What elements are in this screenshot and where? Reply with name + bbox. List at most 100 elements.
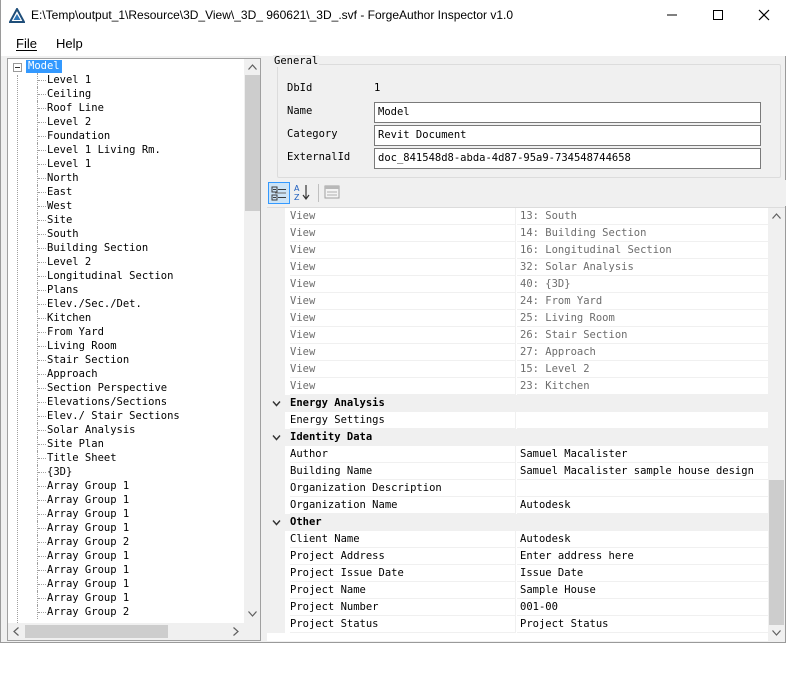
tree-node[interactable]: Foundation xyxy=(8,129,244,143)
property-value[interactable]: 14: Building Section xyxy=(517,225,768,242)
tree-node[interactable]: Array Group 1 xyxy=(8,563,244,577)
property-row[interactable]: Author Samuel Macalister xyxy=(267,446,768,463)
tree-node[interactable]: Site Plan xyxy=(8,437,244,451)
tree-node[interactable]: Array Group 1 xyxy=(8,507,244,521)
tree-node[interactable]: Level 1 xyxy=(8,157,244,171)
property-row[interactable]: Project Name Sample House xyxy=(267,582,768,599)
tree-vertical-scroll-thumb[interactable] xyxy=(245,75,260,211)
property-value[interactable] xyxy=(517,412,768,429)
minimize-button[interactable] xyxy=(649,0,695,31)
category-other[interactable]: Other xyxy=(267,514,768,531)
tree-node[interactable]: Ceiling xyxy=(8,87,244,101)
property-value[interactable]: 15: Level 2 xyxy=(517,361,768,378)
property-value[interactable]: Autodesk xyxy=(517,497,768,514)
externalid-field[interactable]: doc_841548d8-abda-4d87-95a9-734548744658 xyxy=(374,148,761,169)
tree-node[interactable]: Solar Analysis xyxy=(8,423,244,437)
collapse-chevron-icon[interactable] xyxy=(272,433,281,442)
tree-node[interactable]: Array Group 1 xyxy=(8,549,244,563)
tree-node[interactable]: Elev./ Stair Sections xyxy=(8,409,244,423)
tree-node[interactable]: Elev./Sec./Det. xyxy=(8,297,244,311)
property-value[interactable]: 25: Living Room xyxy=(517,310,768,327)
property-row[interactable]: Project Status Project Status xyxy=(267,616,768,633)
property-row[interactable]: Organization Name Autodesk xyxy=(267,497,768,514)
property-row[interactable]: View 27: Approach xyxy=(267,344,768,361)
tree-node[interactable]: Level 1 xyxy=(8,73,244,87)
property-row[interactable]: Building Name Samuel Macalister sample ho… xyxy=(267,463,768,480)
property-value[interactable]: Sample House xyxy=(517,582,768,599)
tree-node[interactable]: Kitchen xyxy=(8,311,244,325)
tree-node[interactable]: {3D} xyxy=(8,465,244,479)
property-row[interactable]: View 25: Living Room xyxy=(267,310,768,327)
tree-node[interactable]: Stair Section xyxy=(8,353,244,367)
property-value[interactable]: 13: South xyxy=(517,208,768,225)
property-value[interactable]: 001-00 xyxy=(517,599,768,616)
alphabetical-sort-button[interactable]: A Z xyxy=(292,182,314,204)
property-row[interactable]: Project Address Enter address here xyxy=(267,548,768,565)
menu-file[interactable]: File xyxy=(16,36,37,51)
property-row[interactable]: Organization Description xyxy=(267,480,768,497)
property-row[interactable]: View 24: From Yard xyxy=(267,293,768,310)
tree-horizontal-scrollbar[interactable] xyxy=(8,623,244,640)
tree-node[interactable]: Level 1 Living Rm. xyxy=(8,143,244,157)
tree-node[interactable]: Array Group 1 xyxy=(8,479,244,493)
property-value[interactable]: 26: Stair Section xyxy=(517,327,768,344)
scroll-right-icon[interactable] xyxy=(233,627,239,636)
property-value[interactable]: Issue Date xyxy=(517,565,768,582)
tree-node[interactable]: Approach xyxy=(8,367,244,381)
property-row[interactable]: Project Number 001-00 xyxy=(267,599,768,616)
property-grid[interactable]: View 13: South View 14: Building Section Vie… xyxy=(267,207,785,641)
property-value[interactable]: 40: {3D} xyxy=(517,276,768,293)
tree-node[interactable]: Array Group 1 xyxy=(8,577,244,591)
tree-node[interactable]: South xyxy=(8,227,244,241)
tree-node[interactable]: Elevations/Sections xyxy=(8,395,244,409)
property-row[interactable]: Client Name Autodesk xyxy=(267,531,768,548)
tree-horizontal-scroll-thumb[interactable] xyxy=(25,625,168,638)
property-row[interactable]: View 14: Building Section xyxy=(267,225,768,242)
scroll-up-icon[interactable] xyxy=(772,213,781,219)
property-value[interactable]: Project Status xyxy=(517,616,768,633)
property-value[interactable]: 24: From Yard xyxy=(517,293,768,310)
property-row[interactable]: View 32: Solar Analysis xyxy=(267,259,768,276)
name-field[interactable]: Model xyxy=(374,102,761,123)
collapse-icon[interactable] xyxy=(13,63,22,72)
tree-node[interactable]: Array Group 1 xyxy=(8,591,244,605)
property-pages-button[interactable] xyxy=(322,182,344,204)
property-value[interactable]: 23: Kitchen xyxy=(517,378,768,395)
scroll-left-icon[interactable] xyxy=(13,627,19,636)
property-grid-scroll-thumb[interactable] xyxy=(769,480,784,625)
tree-node[interactable]: Living Room xyxy=(8,339,244,353)
property-value[interactable]: Enter address here xyxy=(517,548,768,565)
panel-splitter[interactable] xyxy=(262,58,266,642)
tree-node[interactable]: North xyxy=(8,171,244,185)
tree-node[interactable]: West xyxy=(8,199,244,213)
tree-node[interactable]: Level 2 xyxy=(8,255,244,269)
category-identity-data[interactable]: Identity Data xyxy=(267,429,768,446)
property-row[interactable]: Energy Settings xyxy=(267,412,768,429)
categorized-button[interactable] xyxy=(268,182,290,204)
scroll-down-icon[interactable] xyxy=(772,630,781,636)
tree-vertical-scrollbar[interactable] xyxy=(244,59,260,623)
tree-node[interactable]: Array Group 2 xyxy=(8,535,244,549)
collapse-chevron-icon[interactable] xyxy=(272,399,281,408)
tree-node[interactable]: Roof Line xyxy=(8,101,244,115)
property-row[interactable]: View 16: Longitudinal Section xyxy=(267,242,768,259)
close-button[interactable] xyxy=(741,0,786,31)
property-row[interactable]: View 26: Stair Section xyxy=(267,327,768,344)
category-field[interactable]: Revit Document xyxy=(374,125,761,146)
tree-node[interactable]: Array Group 2 xyxy=(8,605,244,619)
tree-node-root-label[interactable]: Model xyxy=(26,60,62,73)
tree-node[interactable]: Longitudinal Section xyxy=(8,269,244,283)
tree-node[interactable]: East xyxy=(8,185,244,199)
tree-node[interactable]: Title Sheet xyxy=(8,451,244,465)
menu-help[interactable]: Help xyxy=(56,36,83,51)
model-tree[interactable]: Model Level 1 Ceiling Roof Line Level 2 Foun… xyxy=(7,58,261,641)
tree-node[interactable]: Plans xyxy=(8,283,244,297)
property-value[interactable]: 27: Approach xyxy=(517,344,768,361)
property-value[interactable]: Autodesk xyxy=(517,531,768,548)
property-row[interactable]: View 13: South xyxy=(267,208,768,225)
tree-node[interactable]: Section Perspective xyxy=(8,381,244,395)
property-value[interactable]: Samuel Macalister xyxy=(517,446,768,463)
tree-node[interactable]: Array Group 1 xyxy=(8,521,244,535)
property-grid-scrollbar[interactable] xyxy=(768,208,785,641)
scroll-up-icon[interactable] xyxy=(248,64,257,70)
